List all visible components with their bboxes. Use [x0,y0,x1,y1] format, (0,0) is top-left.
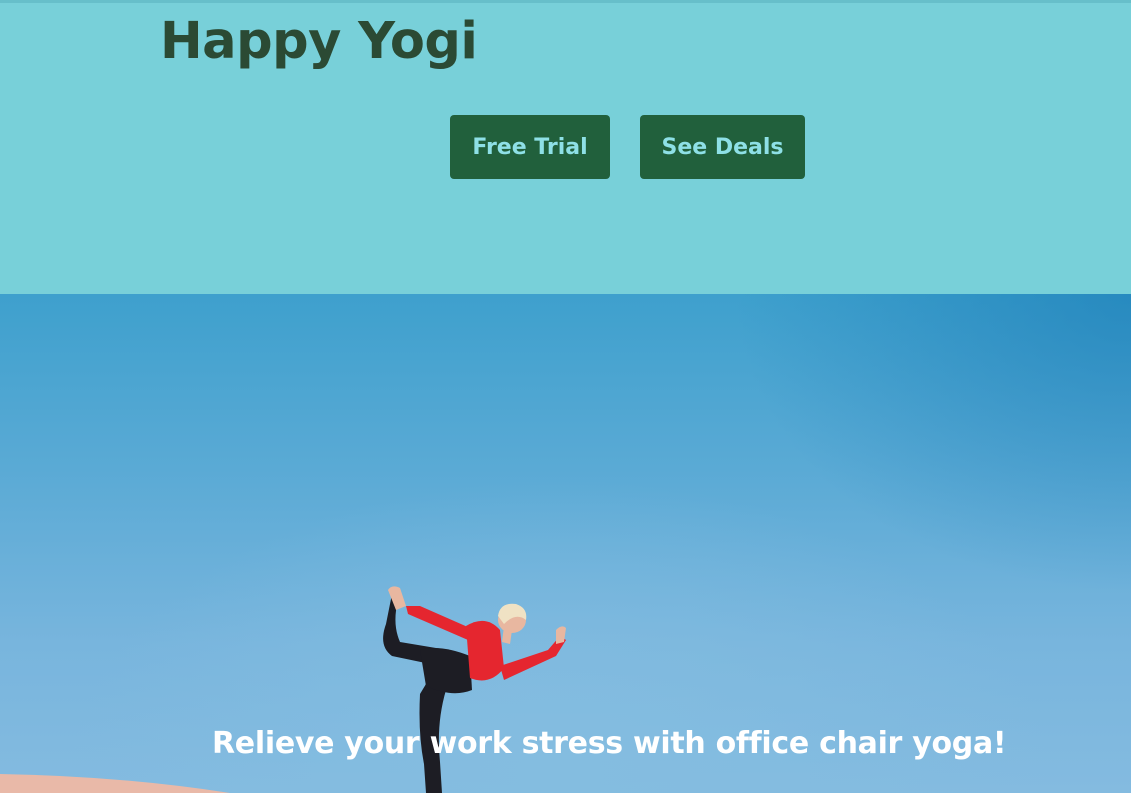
hips [420,648,472,694]
site-title: Happy Yogi [160,12,478,71]
back-arm [406,606,470,640]
see-deals-button[interactable]: See Deals [640,115,805,179]
page: Happy Yogi Free Trial See Deals Relieve … [0,0,1131,793]
hero-section: Relieve your work stress with office cha… [0,294,1131,793]
yoga-pose-photo [0,586,566,793]
sand-dune [0,774,230,793]
torso [466,620,504,681]
free-trial-button[interactable]: Free Trial [450,115,610,179]
hero-tagline: Relieve your work stress with office cha… [212,726,1007,761]
site-header: Happy Yogi Free Trial See Deals [0,0,1131,294]
